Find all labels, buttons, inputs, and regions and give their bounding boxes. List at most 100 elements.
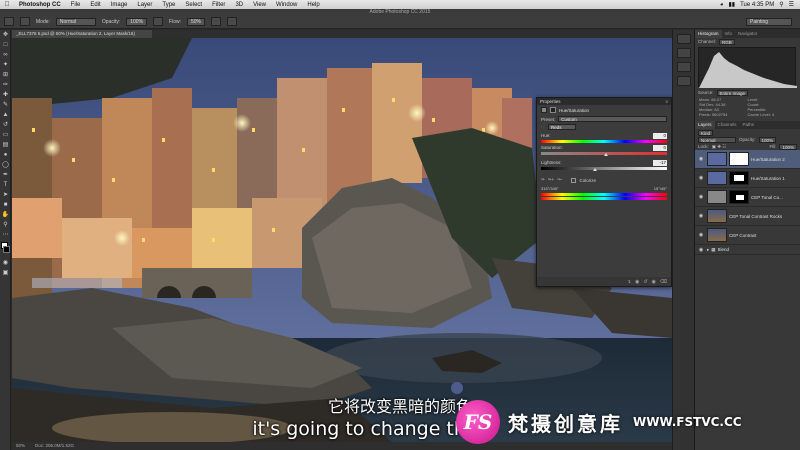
eye-icon[interactable]: ◉	[697, 232, 705, 238]
layer-mask-thumb[interactable]	[729, 190, 749, 204]
blur-tool-icon[interactable]: ●	[1, 151, 10, 160]
blend-mode-select[interactable]: Normal	[698, 136, 736, 143]
layer-row[interactable]: ◉ Hue/Saturation 2	[695, 150, 800, 169]
move-tool-icon[interactable]: ✥	[1, 31, 10, 40]
lock-icon[interactable]: ▣ ✚ ☷	[712, 144, 727, 150]
eyedropper-minus-icon[interactable]: ✑-	[557, 177, 562, 183]
pressure-size-icon[interactable]	[227, 17, 238, 26]
menu-type[interactable]: Type	[157, 2, 180, 8]
expand-arrow-icon[interactable]: ▸	[707, 247, 709, 253]
menu-app-name[interactable]: Photoshop CC	[14, 2, 66, 8]
quick-select-tool-icon[interactable]: ✦	[1, 61, 10, 70]
menubar-clock[interactable]: Tue 4:35 PM	[740, 2, 774, 8]
menu-file[interactable]: File	[66, 2, 86, 8]
saturation-value[interactable]: 0	[653, 145, 667, 151]
layer-kind-filter[interactable]: Kind	[698, 129, 714, 136]
eye-icon[interactable]: ◉	[697, 156, 705, 162]
airbrush-icon[interactable]	[211, 17, 222, 26]
properties-header[interactable]: Properties ≡	[537, 98, 671, 105]
list-icon[interactable]: ☰	[789, 1, 794, 8]
eraser-tool-icon[interactable]: ▭	[1, 131, 10, 140]
lightness-slider-track[interactable]	[541, 167, 667, 171]
brush-preset-icon[interactable]	[4, 17, 14, 26]
battery-icon[interactable]: ▮▮	[728, 1, 735, 8]
zoom-level[interactable]: 50%	[16, 442, 25, 450]
mask-icon[interactable]	[550, 107, 556, 113]
menu-edit[interactable]: Edit	[85, 2, 105, 8]
hand-tool-icon[interactable]: ✋	[1, 211, 10, 220]
brush-panel-dock-icon[interactable]	[676, 48, 691, 58]
colorize-checkbox[interactable]	[571, 177, 577, 183]
brush-tool-icon[interactable]: ✎	[1, 101, 10, 110]
hue-slider-track[interactable]	[541, 140, 667, 143]
crop-tool-icon[interactable]: ⊞	[1, 71, 10, 80]
zoom-tool-icon[interactable]: ⚲	[1, 221, 10, 230]
type-tool-icon[interactable]: T	[1, 181, 10, 190]
reset-icon[interactable]: ↺	[643, 279, 647, 285]
edit-toolbar-icon[interactable]: ⋯	[1, 231, 10, 240]
tab-info[interactable]: Info	[722, 30, 736, 38]
workspace-select[interactable]: Painting	[746, 17, 792, 26]
opacity-field[interactable]: 100%	[126, 17, 148, 26]
channel-select[interactable]: RGB	[719, 38, 735, 45]
marquee-tool-icon[interactable]: □	[1, 41, 10, 50]
doc-size[interactable]: Doc: 206.0M/1.52G	[35, 442, 74, 450]
layer-group-row[interactable]: ◉ ▸ ▦ Blend	[695, 245, 800, 255]
hue-value[interactable]: 0	[653, 133, 667, 139]
tab-layers[interactable]: Layers	[695, 121, 715, 129]
menu-window[interactable]: Window	[271, 2, 302, 8]
tab-paths[interactable]: Paths	[740, 121, 758, 129]
layer-mask-thumb[interactable]	[729, 171, 749, 185]
target-adjust-icon[interactable]: ☞	[541, 124, 545, 130]
fill-field[interactable]: 100%	[779, 143, 797, 150]
tab-navigator[interactable]: Navigator	[735, 30, 760, 38]
flow-field[interactable]: 50%	[187, 17, 206, 26]
menu-view[interactable]: View	[248, 2, 271, 8]
eye-icon[interactable]: ◉	[697, 247, 705, 253]
eyedropper-tool-icon[interactable]: ✑	[1, 81, 10, 90]
tab-channels[interactable]: Channels	[715, 121, 740, 129]
clone-stamp-tool-icon[interactable]: ▲	[1, 111, 10, 120]
menu-layer[interactable]: Layer	[132, 2, 157, 8]
layer-row[interactable]: ◉ CEP Tonal Co...	[695, 188, 800, 207]
view-previous-icon[interactable]: ◉	[635, 279, 639, 285]
quick-mask-icon[interactable]: ◉	[1, 259, 10, 268]
visibility-icon[interactable]: ◉	[652, 279, 656, 285]
layer-row[interactable]: ◉ CEP Tonal Contrast Rocks	[695, 207, 800, 226]
saturation-slider-track[interactable]	[541, 152, 667, 156]
healing-tool-icon[interactable]: ✚	[1, 91, 10, 100]
brush-panel-icon[interactable]	[20, 17, 30, 26]
history-brush-tool-icon[interactable]: ↺	[1, 121, 10, 130]
lightness-knob[interactable]	[593, 168, 598, 171]
background-color-swatch[interactable]	[3, 246, 10, 253]
search-icon[interactable]: ⚲	[779, 1, 783, 8]
history-panel-icon[interactable]	[676, 34, 691, 44]
dodge-tool-icon[interactable]: ◯	[1, 161, 10, 170]
menu-help[interactable]: Help	[302, 2, 324, 8]
color-range-bar-top[interactable]	[541, 193, 667, 196]
source-select[interactable]: Entire Image	[716, 89, 749, 96]
color-swatches[interactable]	[0, 242, 10, 258]
document-tab[interactable]: _ELL7376 5.psd @ 50% (Hue/Saturation 2, …	[12, 30, 152, 38]
wifi-icon[interactable]: ◕	[720, 2, 724, 8]
layer-opacity-field[interactable]: 100%	[758, 136, 777, 143]
layer-mask-thumb[interactable]	[729, 152, 749, 166]
mode-select[interactable]: Normal	[55, 17, 96, 26]
adjustments-panel-icon[interactable]	[676, 76, 691, 86]
layer-row[interactable]: ◉ Hue/Saturation 1	[695, 169, 800, 188]
eye-icon[interactable]: ◉	[697, 175, 705, 181]
channel-select[interactable]: Reds	[548, 124, 577, 130]
shape-tool-icon[interactable]: ■	[1, 201, 10, 210]
preset-select[interactable]: Custom	[558, 116, 667, 122]
eyedropper-icon[interactable]: ✑	[541, 177, 545, 183]
lightness-value[interactable]: -17	[653, 160, 667, 166]
apple-icon[interactable]: 	[0, 1, 14, 8]
pressure-opacity-icon[interactable]	[153, 17, 164, 26]
layer-row[interactable]: ◉ CEP Contrast	[695, 226, 800, 245]
menu-select[interactable]: Select	[180, 2, 207, 8]
saturation-knob[interactable]	[604, 153, 608, 156]
menu-image[interactable]: Image	[106, 2, 133, 8]
lasso-tool-icon[interactable]: ∞	[1, 51, 10, 60]
pen-tool-icon[interactable]: ✒	[1, 171, 10, 180]
eye-icon[interactable]: ◉	[697, 194, 705, 200]
